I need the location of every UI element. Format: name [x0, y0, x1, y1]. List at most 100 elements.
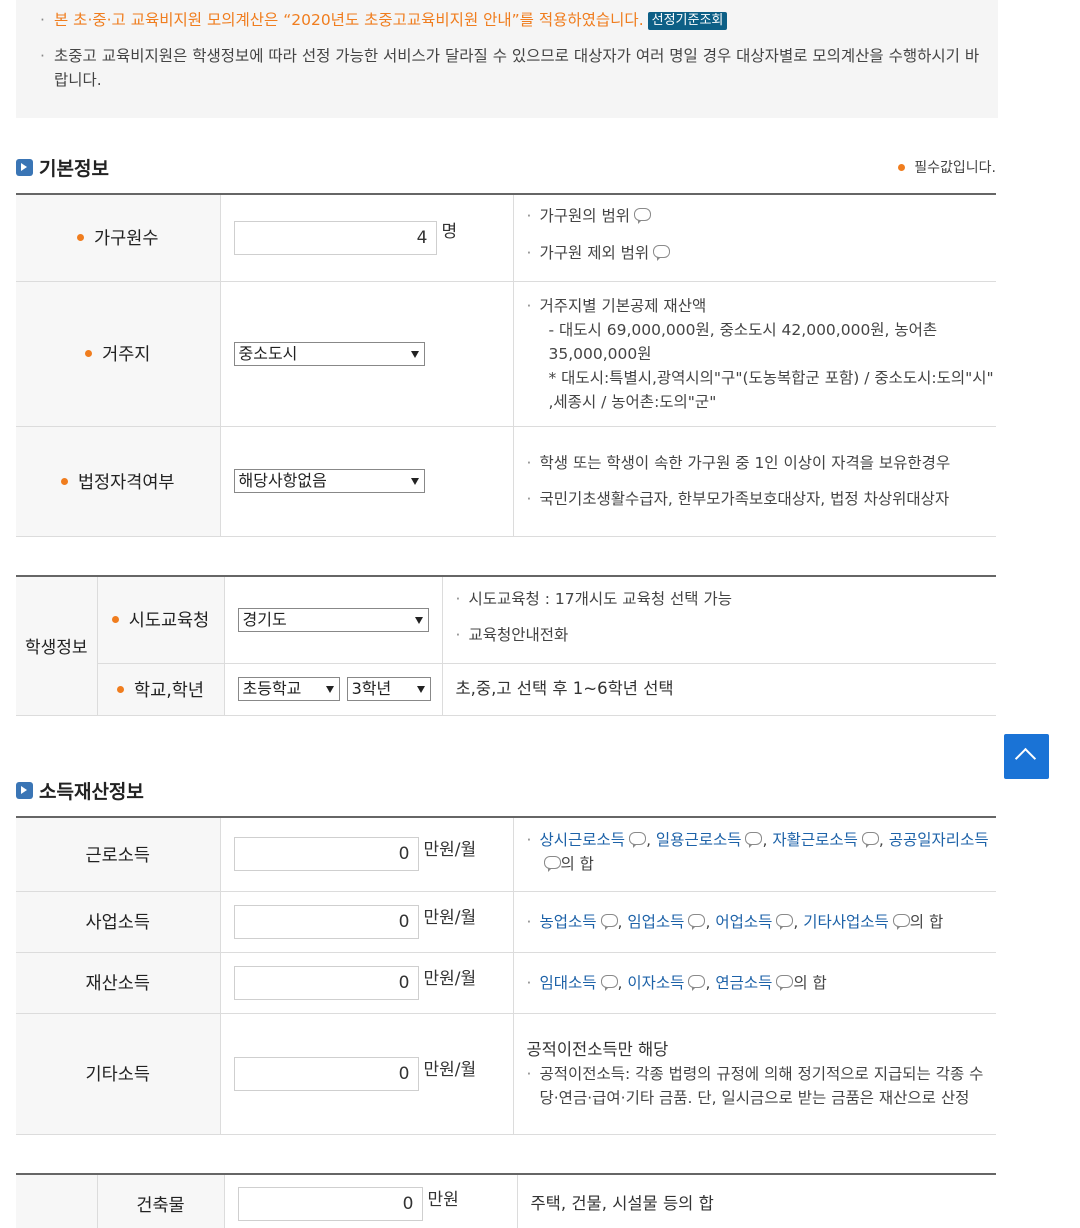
required-dot-icon [117, 685, 125, 693]
labor-unit: 만원/월 [423, 840, 477, 861]
business-label: 사업소득 [16, 891, 221, 953]
office-select[interactable]: 경기도 [237, 607, 429, 632]
office-row: 학생정보 시도교육청 경기도 시도교육청 : 17개시도 교육청 선택 가능 교… [16, 576, 997, 716]
help-icon[interactable] [543, 856, 561, 873]
other-business-link[interactable]: 기타사업소득 [803, 913, 889, 931]
notice-line-1: 본 초·중·고 교육비지원 모의계산은 “2020년도 초중고교육비지원 안내”… [40, 8, 728, 32]
other-income-row: 기타소득 0만원/월 공적이전소득만 해당 공적이전소득: 각종 법령의 규정에… [16, 1013, 997, 1135]
notice-line-2: 초중고 교육비지원은 학생정보에 따라 선정 가능한 서비스가 달라질 수 있으… [40, 44, 984, 92]
property-label: 재산소득 [16, 952, 221, 1014]
required-note-text: 필수값입니다. [914, 160, 996, 176]
help-icon[interactable] [745, 832, 763, 849]
residence-desc-title: 거주지별 기본공제 재산액 [527, 294, 997, 318]
farming-income-link[interactable]: 농업소득 [540, 913, 597, 931]
building-unit: 만원 [427, 1190, 459, 1211]
help-icon[interactable] [634, 208, 651, 225]
household-desc-cell: 가구원의 범위 가구원 제외 범위 [513, 194, 997, 282]
help-icon[interactable] [688, 913, 706, 930]
required-dot-icon [85, 350, 93, 357]
public-job-link[interactable]: 공공일자리소득 [889, 831, 989, 849]
forestry-income-link[interactable]: 임업소득 [627, 913, 684, 931]
property-unit: 만원/월 [423, 968, 477, 989]
school-label-cell: 학교,학년 [97, 663, 225, 716]
help-icon[interactable] [600, 974, 618, 991]
residence-select[interactable]: 중소도시 [233, 341, 425, 366]
grade-select[interactable]: 3학년 [346, 677, 431, 701]
residence-desc-line2: * 대도시:특별시,광역시의"구"(도농복합군 포함) / 중소도시:도의"시"… [548, 368, 994, 411]
business-income-input[interactable]: 0 [233, 904, 419, 939]
building-input-cell: 0 만원 [224, 1174, 518, 1228]
business-desc: 농업소득, 임업소득, 어업소득, 기타사업소득의 합 [527, 910, 997, 934]
household-unit: 명 [441, 221, 458, 242]
section-arrow-icon [16, 159, 33, 176]
business-suffix: 의 합 [909, 912, 944, 931]
household-label-cell: 가구원수 [16, 194, 221, 282]
labor-income-input[interactable]: 0 [233, 837, 419, 872]
help-icon[interactable] [688, 974, 706, 991]
scroll-to-top-button[interactable] [1004, 734, 1049, 779]
legal-desc-2: 국민기초생활수급자, 한부모가족보호대상자, 법정 차상위대상자 [527, 487, 997, 511]
household-label: 가구원수 [94, 229, 159, 250]
residence-row: 거주지 중소도시 거주지별 기본공제 재산액 - 대도시 69,000,000원… [16, 281, 997, 427]
school-type-select[interactable]: 초등학교 [237, 677, 340, 701]
labor-suffix: 의 합 [560, 855, 594, 874]
household-exclude-text: 가구원 제외 범위 [539, 244, 650, 263]
school-desc: 초,중,고 선택 후 1~6학년 선택 [442, 663, 996, 716]
help-icon[interactable] [776, 913, 794, 930]
household-desc-2: 가구원 제외 범위 [527, 241, 997, 265]
interest-income-link[interactable]: 이자소득 [627, 974, 684, 992]
residence-input-cell: 중소도시 [220, 281, 514, 427]
pension-income-link[interactable]: 연금소득 [715, 974, 772, 992]
household-count-input[interactable]: 4 [233, 220, 437, 255]
other-label: 기타소득 [16, 1013, 221, 1135]
office-label: 시도교육청 [128, 611, 210, 632]
labor-input-cell: 0 만원/월 [220, 817, 514, 892]
required-dot-icon [60, 477, 68, 485]
household-row: 가구원수 4명 가구원의 범위 가구원 제외 범위 [16, 194, 997, 282]
required-dot-icon [77, 234, 85, 242]
property-income-input[interactable]: 0 [233, 965, 419, 1000]
household-input-cell: 4명 [220, 194, 514, 282]
income-info-title: 소득재산정보 [39, 781, 144, 803]
office-label-cell: 시도교육청 [97, 576, 225, 664]
other-desc-body: 공적이전소득: 각종 법령의 규정에 의해 정기적으로 지급되는 각종 수당·연… [527, 1062, 997, 1110]
legal-desc-1: 학생 또는 학생이 속한 가구원 중 1인 이상이 자격을 보유한경우 [527, 451, 997, 475]
household-scope-text: 가구원의 범위 [539, 207, 631, 226]
required-note: 필수값입니다. [898, 157, 996, 177]
office-desc-2: 교육청안내전화 [456, 623, 997, 647]
other-income-input[interactable]: 0 [233, 1056, 419, 1091]
criteria-lookup-button[interactable]: 선정기준조회 [647, 12, 728, 30]
help-icon[interactable] [629, 832, 647, 849]
property-desc-cell: 임대소득, 이자소득, 연금소득의 합 [513, 952, 996, 1014]
help-icon[interactable] [861, 832, 879, 849]
basic-info-title: 기본정보 [39, 158, 109, 180]
labor-label: 근로소득 [16, 817, 221, 892]
business-desc-cell: 농업소득, 임업소득, 어업소득, 기타사업소득의 합 [513, 891, 997, 953]
help-icon[interactable] [776, 974, 794, 991]
basic-info-heading: 기본정보 [16, 154, 109, 181]
business-unit: 만원/월 [423, 907, 477, 928]
fishery-income-link[interactable]: 어업소득 [715, 913, 772, 931]
help-icon[interactable] [653, 245, 671, 262]
required-dot-icon [898, 163, 906, 171]
office-desc-1: 시도교육청 : 17개시도 교육청 선택 가능 [456, 587, 997, 611]
self-support-labor-link[interactable]: 자활근로소득 [772, 831, 858, 849]
legal-status-select[interactable]: 해당사항없음 [233, 469, 425, 493]
business-income-row: 사업소득 0만원/월 농업소득, 임업소득, 어업소득, 기타사업소득의 합 [16, 891, 997, 953]
rental-income-link[interactable]: 임대소득 [540, 974, 597, 992]
daily-labor-link[interactable]: 일용근로소득 [656, 831, 742, 849]
residence-label: 거주지 [102, 345, 151, 365]
other-desc-cell: 공적이전소득만 해당 공적이전소득: 각종 법령의 규정에 의해 정기적으로 지… [513, 1013, 997, 1135]
residence-desc-cell: 거주지별 기본공제 재산액 - 대도시 69,000,000원, 중소도시 42… [513, 281, 997, 427]
household-desc-1: 가구원의 범위 [527, 204, 997, 228]
help-icon[interactable] [600, 913, 618, 930]
income-info-heading: 소득재산정보 [16, 777, 144, 804]
asset-group-cell [16, 1174, 98, 1228]
labor-desc-cell: 상시근로소득, 일용근로소득, 자활근로소득, 공공일자리소득의 합 [513, 817, 996, 892]
building-value-input[interactable]: 0 [237, 1187, 423, 1222]
regular-labor-link[interactable]: 상시근로소득 [540, 831, 626, 849]
building-label: 건축물 [97, 1174, 225, 1228]
property-income-row: 재산소득 0만원/월 임대소득, 이자소득, 연금소득의 합 [16, 952, 996, 1014]
help-icon[interactable] [892, 913, 910, 930]
section-arrow-icon [16, 782, 33, 799]
